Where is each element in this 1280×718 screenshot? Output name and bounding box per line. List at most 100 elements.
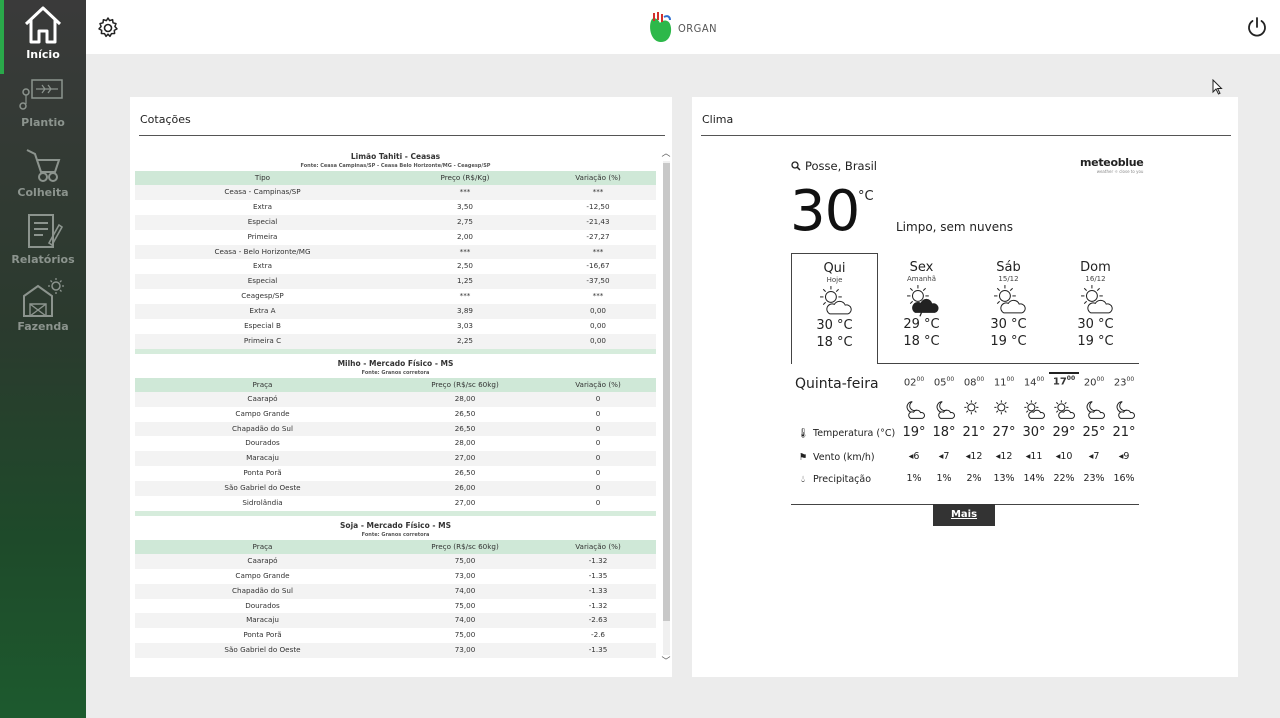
table-row[interactable]: Especial B 3,03 0,00	[135, 319, 656, 334]
meteoblue-logo[interactable]: meteoblue weather ☼ close to you	[1080, 156, 1144, 174]
gear-icon[interactable]	[96, 16, 120, 40]
table-row[interactable]: Caarapó 75,00 -1.32	[135, 553, 656, 569]
table-cell: 0,00	[589, 321, 606, 331]
table-cell: -27,27	[586, 231, 610, 241]
table-cell: 2,00	[456, 231, 473, 241]
day-forecast[interactable]: Sex Amanhã 29 °C 18 °C	[878, 253, 965, 364]
table-header: Tipo Preço (R$/Kg) Variação (%)	[135, 171, 656, 185]
hourly-precipitation: 1%	[906, 473, 922, 484]
sidebar-item-plantio[interactable]: Plantio	[0, 78, 86, 129]
table-cell: Maracaju	[246, 453, 279, 463]
table-row[interactable]: São Gabriel do Oeste 73,00 -1.35	[135, 643, 656, 659]
hourly-temperature: 21°	[962, 425, 986, 440]
hour-label: 1400	[1023, 376, 1045, 389]
table-cell: Dourados	[245, 438, 280, 448]
table-cell: Maracaju	[246, 615, 279, 625]
table-row[interactable]: Maracaju 74,00 -2.63	[135, 613, 656, 629]
table-row[interactable]: Dourados 28,00 0	[135, 436, 656, 451]
sun-cloud-icon	[792, 284, 877, 318]
divider	[139, 135, 665, 136]
day-forecast[interactable]: Sáb 15/12 30 °C 19 °C	[965, 253, 1052, 364]
hourly-wind: ◂7	[1079, 451, 1109, 462]
table-title: Milho - Mercado Físico - MS	[337, 358, 454, 368]
hourly-wind: ◂11	[1019, 451, 1049, 462]
power-icon[interactable]	[1246, 16, 1268, 38]
moon-cloud-icon	[899, 399, 929, 419]
sidebar-item-inicio[interactable]: Início	[0, 0, 86, 74]
quote-table: Soja - Mercado Físico - MS Fonte: Granos …	[135, 515, 656, 659]
table-row[interactable]: Extra 3,50 -12,50	[135, 200, 656, 215]
table-row[interactable]: Primeira 2,00 -27,27	[135, 230, 656, 245]
hourly-precipitation: 2%	[966, 473, 982, 484]
table-cell: Extra	[253, 261, 272, 271]
table-cell: 0	[595, 498, 601, 508]
table-row[interactable]: Extra 2,50 -16,67	[135, 259, 656, 274]
table-row[interactable]: Extra A 3,89 0,00	[135, 304, 656, 320]
table-cell: Caarapó	[247, 393, 278, 403]
sidebar: Início Plantio Colheita Relatórios Fazen…	[0, 0, 86, 718]
search-icon	[791, 161, 801, 171]
hourly-temperature: 29°	[1052, 425, 1076, 440]
table-row[interactable]: Especial 1,25 -37,50	[135, 274, 656, 290]
hourly-wind: ◂6	[899, 451, 929, 462]
sun-cloud-icon	[1049, 399, 1079, 419]
column-header: Preço (R$/sc 60kg)	[431, 541, 499, 551]
table-row[interactable]: Campo Grande 26,50 0	[135, 407, 656, 422]
day-name: Qui	[823, 261, 846, 276]
table-row[interactable]: Maracaju 27,00 0	[135, 451, 656, 467]
table-cell: 0	[595, 483, 601, 493]
table-row[interactable]: Primeira C 2,25 0,00	[135, 333, 656, 349]
sun-icon	[959, 399, 989, 419]
table-title: Soja - Mercado Físico - MS	[340, 520, 451, 530]
table-row[interactable]: Ceasa - Campinas/SP *** ***	[135, 185, 656, 200]
hourly-precipitation: 16%	[1113, 473, 1135, 484]
column-header: Preço (R$/Kg)	[440, 173, 490, 182]
table-row[interactable]: Ceasa - Belo Horizonte/MG *** ***	[135, 244, 656, 260]
more-button[interactable]: Mais	[933, 504, 995, 526]
scrollbar[interactable]: ︿ ﹀	[661, 147, 671, 669]
table-row[interactable]: Chapadão do Sul 74,00 -1.33	[135, 583, 656, 599]
sidebar-item-fazenda[interactable]: Fazenda	[0, 278, 86, 333]
table-row[interactable]: Ponta Porã 75,00 -2.6	[135, 628, 656, 643]
table-cell: -1.32	[588, 600, 608, 610]
table-cell: -16,67	[586, 261, 610, 271]
min-temp: 19 °C	[990, 333, 1027, 349]
wind-speed: 6	[913, 451, 920, 462]
day-forecast[interactable]: Dom 16/12 30 °C 19 °C	[1052, 253, 1139, 364]
day-forecast[interactable]: Qui Hoje 30 °C 18 °C	[791, 253, 878, 364]
table-cell: Primeira C	[243, 335, 282, 345]
location[interactable]: Posse, Brasil	[791, 159, 877, 173]
hour-label: 0800	[963, 376, 985, 389]
sidebar-item-relatorios[interactable]: Relatórios	[0, 211, 86, 266]
table-row[interactable]: Dourados 75,00 -1.32	[135, 599, 656, 614]
table-row[interactable]: Chapadão do Sul 26,50 0	[135, 421, 656, 437]
hour-label: 2000	[1083, 376, 1105, 389]
max-temp: 30 °C	[1077, 317, 1114, 332]
table-cell: -1.35	[588, 645, 608, 655]
scroll-thumb[interactable]	[663, 163, 670, 621]
quote-table: Limão Tahiti - Ceasas Fonte: Ceasa Campin…	[135, 147, 656, 349]
hourly-temperature: 27°	[992, 425, 1016, 440]
scroll-down-icon[interactable]: ﹀	[661, 657, 671, 667]
quotes-list[interactable]: Limão Tahiti - Ceasas Fonte: Ceasa Campin…	[135, 147, 656, 675]
table-cell: 0	[595, 438, 601, 448]
hour-label: 0200	[903, 376, 925, 389]
table-row[interactable]: Caarapó 28,00 0	[135, 391, 656, 407]
table-cell: 2,25	[456, 335, 473, 345]
table-row[interactable]: Ceagesp/SP *** ***	[135, 289, 656, 304]
column-header: Variação (%)	[575, 173, 621, 182]
table-cell: Campo Grande	[235, 408, 290, 418]
moon-cloud-icon	[929, 399, 959, 419]
hourly-precipitation: 1%	[936, 473, 952, 484]
table-title: Limão Tahiti - Ceasas	[350, 152, 441, 161]
weekday-label: Quinta-feira	[795, 376, 879, 392]
table-row[interactable]: Ponta Porã 26,50 0	[135, 466, 656, 481]
table-row[interactable]: Especial 2,75 -21,43	[135, 214, 656, 230]
sidebar-item-colheita[interactable]: Colheita	[0, 146, 86, 199]
table-row[interactable]: São Gabriel do Oeste 26,00 0	[135, 481, 656, 497]
scroll-up-icon[interactable]: ︿	[661, 149, 671, 159]
table-row[interactable]: Campo Grande 73,00 -1.35	[135, 569, 656, 584]
hour-label: 0500	[933, 376, 955, 389]
hourly-wind: ◂7	[929, 451, 959, 462]
table-row[interactable]: Sidrolândia 27,00 0	[135, 496, 656, 511]
